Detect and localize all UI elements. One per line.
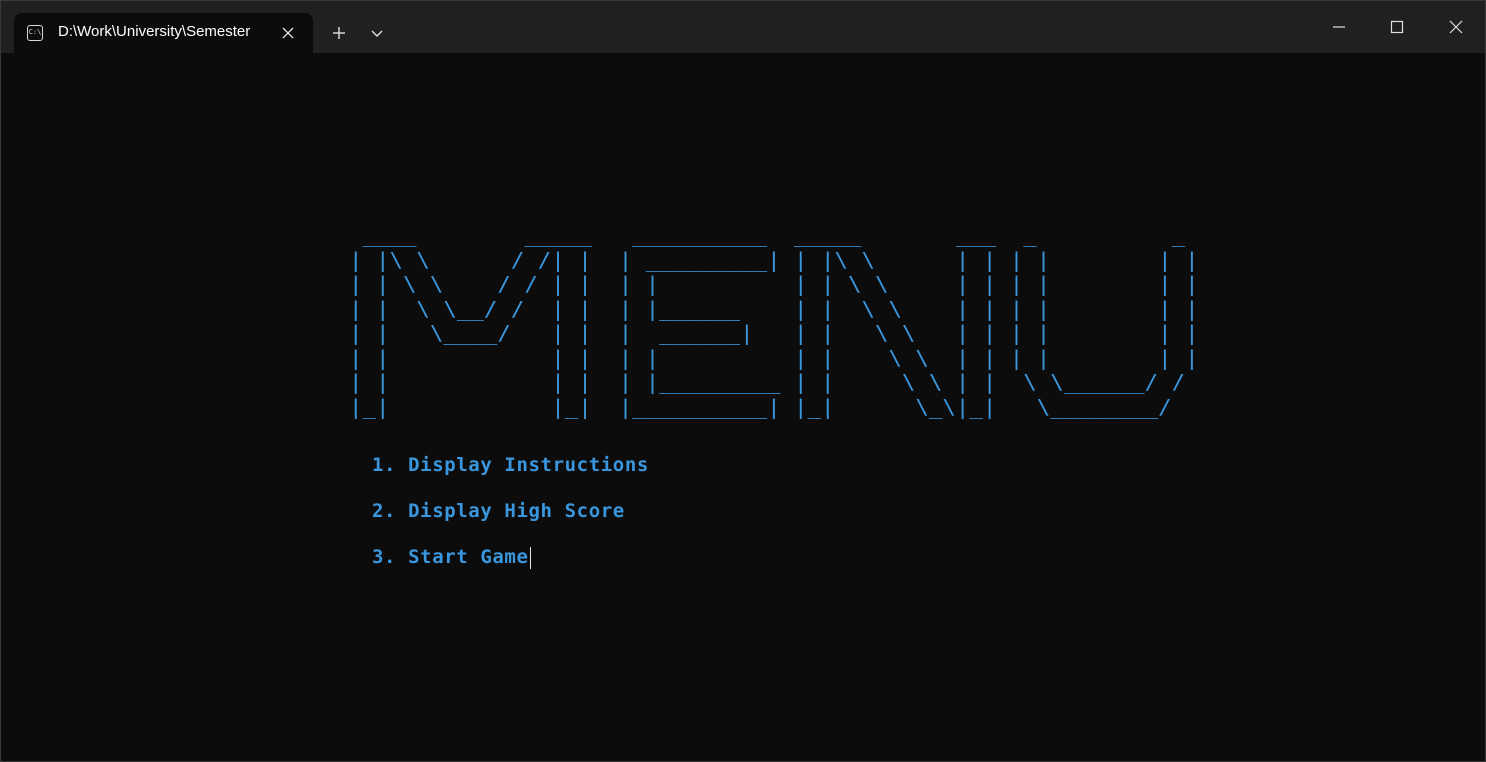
terminal-output[interactable]: ____ _____ __________ _____ ___ _ _ | |\… [1,53,1485,761]
menu-option-instructions: 1. Display Instructions [372,454,649,476]
active-tab[interactable]: C:\ D:\Work\University\Semester [14,13,313,53]
close-tab-button[interactable] [276,21,300,45]
close-icon [1449,20,1463,34]
maximize-icon [1390,20,1404,34]
start-game-label: 3. Start Game [372,546,529,568]
close-window-button[interactable] [1427,1,1485,53]
menu-option-high-score: 2. Display High Score [372,500,625,522]
maximize-button[interactable] [1369,1,1425,53]
tab-title: D:\Work\University\Semester [58,23,251,40]
minimize-button[interactable] [1311,1,1367,53]
tab-dropdown-button[interactable] [361,17,393,49]
menu-option-start-game: 3. Start Game [372,546,532,569]
terminal-icon: C:\ [27,25,43,41]
title-bar: C:\ D:\Work\University\Semester [1,1,1485,53]
close-icon [282,27,294,39]
terminal-window: C:\ D:\Work\University\Semester ____ ___… [0,0,1486,762]
new-tab-button[interactable] [323,17,355,49]
plus-icon [333,27,345,39]
minimize-icon [1333,26,1345,28]
text-cursor [529,546,532,569]
chevron-down-icon [371,30,383,37]
ascii-menu-title: ____ _____ __________ _____ ___ _ _ | |\… [349,223,1199,419]
